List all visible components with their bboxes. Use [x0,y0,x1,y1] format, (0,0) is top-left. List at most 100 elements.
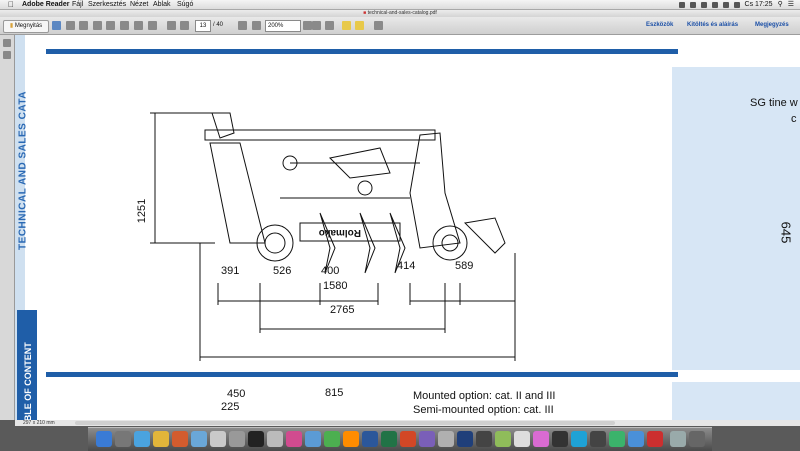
print-setup-icon[interactable] [66,21,75,30]
folder-icon: ▮ [9,23,14,29]
wifi-icon[interactable] [711,1,718,8]
word-icon[interactable] [362,431,378,447]
dock [88,427,712,451]
create-pdf-icon[interactable] [52,21,61,30]
clock[interactable]: Cs 17:25 [745,0,773,9]
dimension-2765: 2765 [330,304,355,316]
previous-page-icon[interactable] [167,21,176,30]
horizontal-scrollbar[interactable] [75,421,615,425]
adobe-reader-icon[interactable] [647,431,663,447]
app-icon[interactable] [628,431,644,447]
app-icon[interactable] [609,431,625,447]
launchpad-icon[interactable] [115,431,131,447]
menu-app-name[interactable]: Adobe Reader [22,0,69,9]
fit-page-icon[interactable] [312,21,321,30]
app-icon[interactable] [552,431,568,447]
attachments-panel-icon[interactable] [3,51,11,59]
page-number-input[interactable]: 13 [195,20,211,32]
excel-icon[interactable] [381,431,397,447]
table-of-contents-label[interactable]: ABLE OF CONTENT [23,330,33,420]
tray-icon[interactable] [689,1,696,8]
photoshop-icon[interactable] [457,431,473,447]
dimension-450: 450 [227,388,246,400]
preferences-icon[interactable] [229,431,245,447]
sign-icon[interactable] [374,21,383,30]
volume-icon[interactable] [722,1,729,8]
page-total: / 40 [213,22,224,28]
vlc-icon[interactable] [343,431,359,447]
email-icon[interactable] [148,21,157,30]
itunes-icon[interactable] [286,431,302,447]
help-icon[interactable] [438,431,454,447]
window-title-bar: ■ technical-and-sales-catalog.pdf [0,10,800,17]
finder-icon[interactable] [96,431,112,447]
app-icon[interactable] [210,431,226,447]
toolbar: ▮ Megnyitás 13 / 40 200% Eszközök Kitölt… [0,17,800,35]
next-page-icon[interactable] [180,21,189,30]
utorrent-icon[interactable] [324,431,340,447]
safari-icon[interactable] [134,431,150,447]
dimension-815: 815 [325,387,344,399]
app-store-icon[interactable] [305,431,321,447]
app-icon[interactable] [514,431,530,447]
menu-bar:  Adobe Reader Fájl Szerkesztés Nézet Ab… [0,0,800,10]
app-icon[interactable] [267,431,283,447]
dimension-height: 1251 [136,198,149,224]
terminal-icon[interactable] [248,431,264,447]
send-icon[interactable] [106,21,115,30]
open-button-label: Megnyitás [14,23,43,29]
tine [319,212,336,274]
zoom-in-icon[interactable] [252,21,261,30]
dimension-414: 414 [397,260,416,272]
apple-icon[interactable]:  [8,0,14,9]
dimension-589: 589 [455,260,474,272]
open-button[interactable]: ▮ Megnyitás [3,20,49,33]
trash-icon[interactable] [689,431,705,447]
zoom-out-icon[interactable] [238,21,247,30]
tools-link[interactable]: Eszközök [646,20,673,31]
app-icon[interactable] [419,431,435,447]
comment-link[interactable]: Megjegyzés [755,20,789,31]
app-icon[interactable] [495,431,511,447]
app-icon[interactable] [590,431,606,447]
machine-technical-drawing: Rolmako [150,112,516,361]
panel-title: SG tine w [750,97,798,109]
panel-number: 645 [778,221,794,244]
zoom-dropdown-icon[interactable] [303,21,312,30]
downloads-icon[interactable] [670,431,686,447]
tray-icon[interactable] [678,1,685,8]
dimension-391: 391 [221,265,240,277]
print-icon[interactable] [134,21,143,30]
fit-width-icon[interactable] [325,21,334,30]
tray-icon[interactable] [700,1,707,8]
powerpoint-icon[interactable] [400,431,416,447]
zoom-select[interactable]: 200% [265,20,301,32]
chrome-icon[interactable] [153,431,169,447]
highlight-icon[interactable] [355,21,364,30]
catalog-side-title: TECHNICAL AND SALES CATA [17,91,29,250]
save-icon[interactable] [120,21,129,30]
list-icon[interactable]: ☰ [788,0,794,9]
menu-help[interactable]: Súgó [177,0,193,9]
menu-view[interactable]: Nézet [130,0,148,9]
export-icon[interactable] [93,21,102,30]
spec-panel-lower [672,382,800,420]
app-icon[interactable] [476,431,492,447]
firefox-icon[interactable] [172,431,188,447]
window-title: technical-and-sales-catalog.pdf [367,10,437,16]
edit-icon[interactable] [79,21,88,30]
spec-panel [672,67,800,370]
skype-icon[interactable] [571,431,587,447]
pages-panel-icon[interactable] [3,39,11,47]
mail-icon[interactable] [191,431,207,447]
app-icon[interactable] [533,431,549,447]
menu-edit[interactable]: Szerkesztés [88,0,126,9]
fill-sign-link[interactable]: Kitöltés és aláírás [687,20,738,31]
menu-window[interactable]: Ablak [153,0,171,9]
search-icon[interactable]: ⚲ [778,0,783,9]
rear-tine [463,217,506,254]
menu-file[interactable]: Fájl [72,0,83,9]
machine-frame-top [204,129,436,141]
comment-icon[interactable] [342,21,351,30]
battery-icon[interactable] [733,1,740,8]
